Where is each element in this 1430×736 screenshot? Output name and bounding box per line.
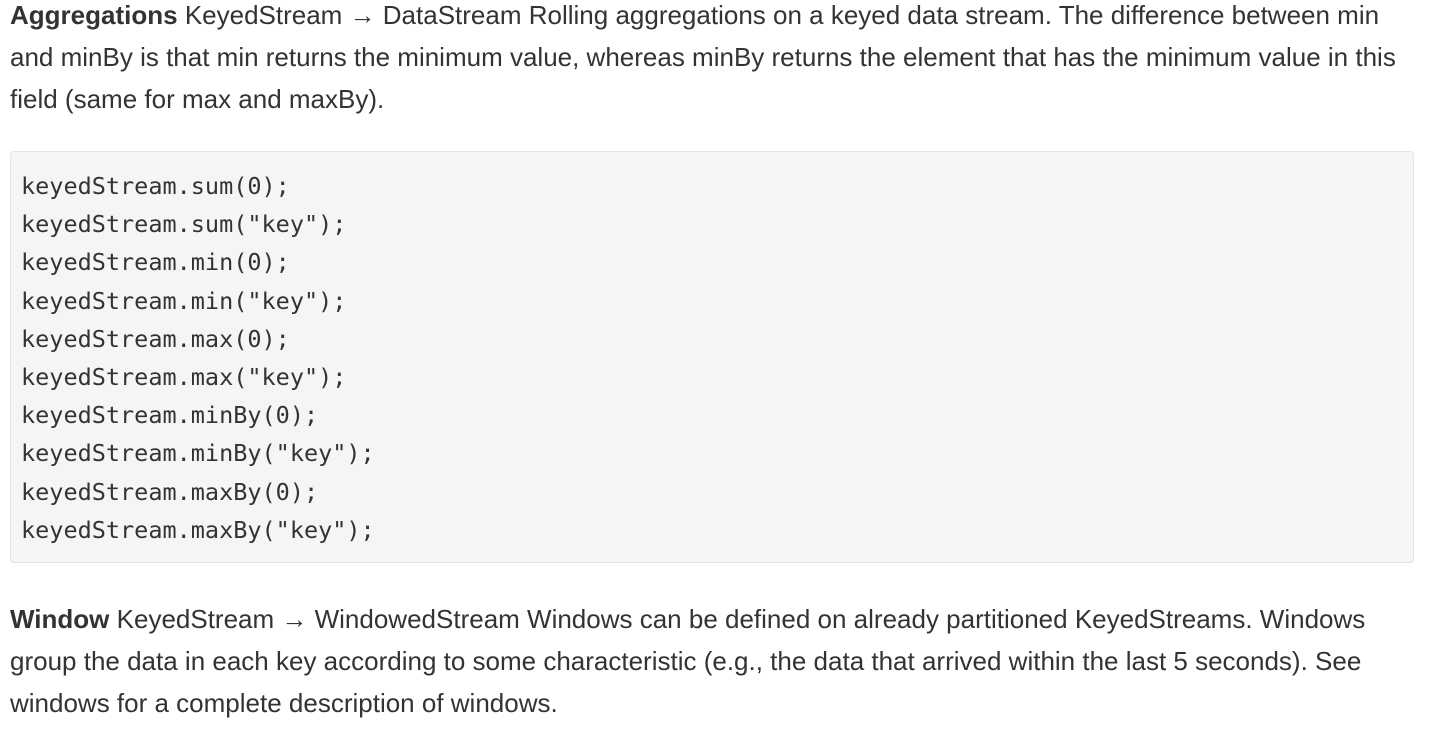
aggregations-paragraph: Aggregations KeyedStream → DataStream Ro… xyxy=(10,0,1415,120)
code-line: keyedStream.sum(0); xyxy=(21,172,290,200)
window-term: Window xyxy=(10,604,110,634)
code-line: keyedStream.sum("key"); xyxy=(21,210,347,239)
code-line: keyedStream.minBy("key"); xyxy=(21,439,375,468)
aggregations-term: Aggregations xyxy=(10,0,178,30)
aggregations-code-block[interactable]: keyedStream.sum(0); keyedStream.sum("key… xyxy=(10,151,1414,563)
code-line: keyedStream.min(0); xyxy=(21,248,290,277)
window-description: KeyedStream → WindowedStream Windows can… xyxy=(10,604,1366,718)
code-line: keyedStream.min("key"); xyxy=(21,286,347,315)
code-line: keyedStream.maxBy(0); xyxy=(21,477,319,506)
window-paragraph: Window KeyedStream → WindowedStream Wind… xyxy=(10,598,1415,724)
aggregations-description: KeyedStream → DataStream Rolling aggrega… xyxy=(10,0,1396,114)
code-line: keyedStream.max("key"); xyxy=(21,363,347,392)
code-line: keyedStream.minBy(0); xyxy=(21,401,319,430)
documentation-page: Aggregations KeyedStream → DataStream Ro… xyxy=(0,0,1430,736)
code-line: keyedStream.max(0); xyxy=(21,324,290,353)
code-line: keyedStream.maxBy("key"); xyxy=(21,515,375,544)
